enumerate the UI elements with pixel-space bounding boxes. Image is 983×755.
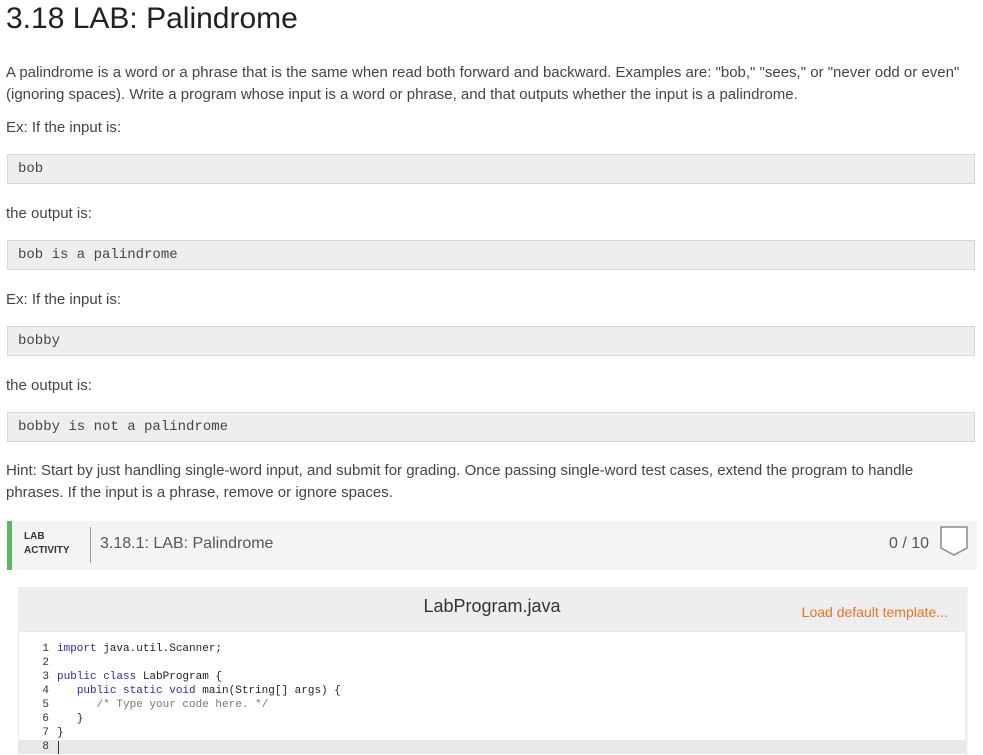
code-line: }	[57, 727, 64, 739]
lab-activity-title: 3.18.1: LAB: Palindrome	[100, 535, 274, 552]
code-text: java.util.Scanner;	[96, 643, 223, 655]
code-text: main(String[] args) {	[195, 685, 341, 697]
code-comment: /* Type your code here. */	[96, 699, 269, 711]
line-number: 4	[42, 685, 49, 697]
lab-tag-line-1: LAB	[24, 531, 45, 542]
line-number: 2	[42, 657, 49, 669]
line-number: 5	[42, 699, 49, 711]
code-line: }	[57, 713, 84, 725]
example-1-label: Ex: If the input is:	[6, 119, 122, 136]
line-number: 8	[42, 741, 49, 753]
line-number-gutter: 1 2 3 4 5 6 7 8	[19, 642, 53, 754]
line-number: 7	[42, 727, 49, 739]
code-line: public class LabProgram {	[57, 670, 341, 684]
code-text: LabProgram {	[136, 671, 223, 683]
lab-activity-tag: LAB ACTIVITY	[24, 530, 70, 558]
line-number: 1	[42, 643, 49, 655]
example-2-input: bobby	[7, 326, 975, 356]
score-badge-icon	[940, 526, 968, 556]
code-line: import java.util.Scanner;	[57, 642, 341, 656]
load-default-template-link[interactable]: Load default template...	[802, 604, 948, 620]
example-1-output-label: the output is:	[6, 205, 92, 222]
editor-header: LabProgram.java Load default template...	[18, 587, 966, 631]
code-keyword: public class	[57, 671, 137, 683]
lab-header-divider	[90, 527, 91, 563]
lab-score: 0 / 10	[888, 535, 929, 552]
page-title: 3.18 LAB: Palindrome	[6, 2, 298, 35]
text-cursor	[58, 741, 59, 754]
example-1-input: bob	[7, 154, 975, 184]
lab-activity-header: LAB ACTIVITY 3.18.1: LAB: Palindrome 0 /…	[7, 521, 977, 570]
code-line: public static void main(String[] args) {	[57, 684, 341, 698]
code-editor-panel: LabProgram.java Load default template...…	[18, 587, 968, 755]
lab-tag-line-2: ACTIVITY	[24, 545, 70, 556]
example-2-output-label: the output is:	[6, 377, 92, 394]
code-keyword: import	[57, 643, 97, 655]
hint-text: Hint: Start by just handling single-word…	[6, 462, 914, 501]
line-number: 6	[42, 713, 49, 725]
example-2-label: Ex: If the input is:	[6, 291, 122, 308]
code-line: /* Type your code here. */	[57, 698, 341, 712]
problem-description: A palindrome is a word or a phrase that …	[6, 64, 960, 103]
code-lines: import java.util.Scanner; public class L…	[57, 642, 341, 754]
example-1-output: bob is a palindrome	[7, 240, 975, 270]
code-editor[interactable]: 1 2 3 4 5 6 7 8 import java.util.Scanner…	[18, 631, 966, 755]
code-keyword: public static void	[76, 685, 196, 697]
line-number: 3	[42, 671, 49, 683]
example-2-output: bobby is not a palindrome	[7, 412, 975, 442]
